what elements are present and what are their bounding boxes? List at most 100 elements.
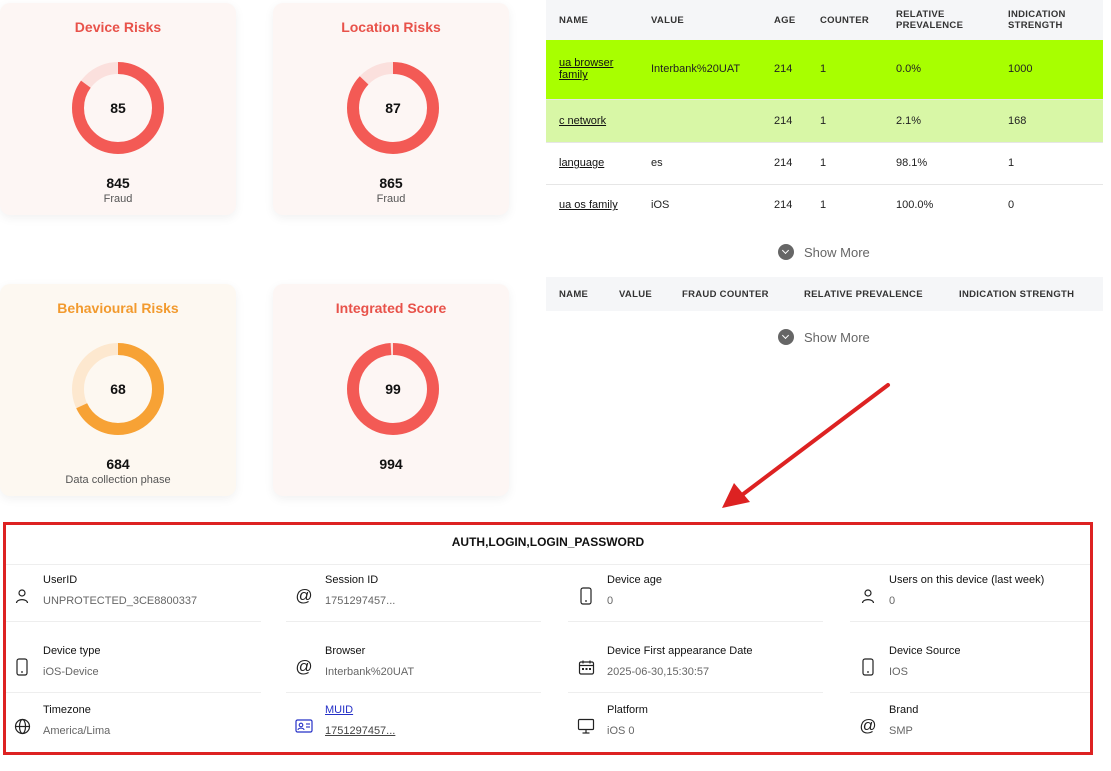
detail-value: 0: [889, 595, 896, 607]
donut-chart: 87: [343, 58, 443, 158]
cell-prevalence: 100.0%: [896, 199, 934, 212]
indicator-link[interactable]: language: [559, 157, 604, 169]
cell-strength: 1: [995, 142, 1103, 185]
cell-strength: 0: [1008, 199, 1015, 212]
detail-users-on-device: Users on this device (last week) 0: [854, 574, 1104, 624]
table-row: ua browser family Interbank%20UAT 214 1 …: [546, 40, 1103, 100]
cell-value: Interbank%20UAT: [638, 40, 761, 100]
table-row: c network 214 1 2.1% 168: [546, 99, 1103, 143]
indicator-link[interactable]: ua browser family: [559, 57, 613, 81]
risk-number: 684: [106, 456, 130, 472]
donut-score: 85: [110, 100, 126, 116]
muid-link[interactable]: MUID: [325, 704, 353, 716]
cell-age: 214: [774, 199, 793, 212]
behavioural-risks-card: Behavioural Risks 68 684 Data collection…: [0, 284, 236, 496]
cell-age: 214: [761, 40, 807, 100]
detail-label: Device age: [607, 574, 663, 586]
detail-first-appearance: Device First appearance Date 2025-06-30,…: [572, 645, 822, 695]
indicator-link[interactable]: ua os family: [559, 199, 618, 211]
fraud-indicators-table: NAME VALUE FRAUD COUNTER RELATIVE PREVAL…: [546, 277, 1103, 311]
detail-device-source: Device Source IOS: [854, 645, 1104, 695]
detail-label: Browser: [325, 645, 366, 657]
cell-value: es: [638, 142, 761, 185]
card-title: Location Risks: [341, 19, 441, 35]
phone-icon: [576, 586, 596, 606]
detail-value: 0: [607, 595, 614, 607]
id-card-icon: [294, 716, 314, 736]
cell-counter: 1: [820, 199, 827, 212]
cell-strength: 168: [995, 99, 1103, 143]
chevron-down-icon: [778, 329, 794, 345]
risk-indicators-table: NAME VALUE AGE COUNTER RELATIVE PREVALEN…: [546, 0, 1103, 226]
col-header-counter: COUNTER: [807, 0, 883, 40]
annotation-arrow: [722, 383, 890, 508]
user-icon: [858, 586, 878, 606]
col-header-name: NAME: [546, 277, 606, 311]
card-title: Device Risks: [74, 19, 162, 35]
cell-prevalence: 98.1%: [883, 142, 995, 185]
card-title: Behavioural Risks: [57, 300, 179, 316]
cell-counter: 1: [807, 142, 883, 185]
detail-value: iOS-Device: [43, 666, 99, 678]
cell-counter: 1: [807, 40, 883, 100]
detail-userid: UserID UNPROTECTED_3CE8800337: [8, 574, 258, 624]
detail-value: 1751297457...: [325, 595, 396, 607]
cell-prevalence: 0.0%: [883, 40, 995, 100]
muid-value-link[interactable]: 1751297457...: [325, 725, 395, 737]
phone-icon: [858, 657, 878, 677]
col-header-fraud-counter: FRAUD COUNTER: [669, 277, 791, 311]
cell-value: iOS: [651, 199, 670, 212]
donut-chart: 68: [68, 339, 168, 439]
col-header-strength: INDICATION STRENGTH: [995, 0, 1103, 40]
cell-counter: 1: [807, 99, 883, 143]
at-icon: @: [295, 586, 313, 605]
panel-title: AUTH,LOGIN,LOGIN_PASSWORD: [451, 535, 645, 549]
donut-chart: 85: [68, 58, 168, 158]
detail-device-type: Device type iOS-Device: [8, 645, 258, 695]
show-more-button[interactable]: Show More: [778, 244, 870, 260]
card-title: Integrated Score: [335, 300, 447, 316]
at-icon: @: [295, 657, 313, 676]
detail-value: SMP: [889, 725, 913, 737]
risk-number: 845: [106, 175, 130, 191]
donut-score: 99: [385, 381, 401, 397]
cell-strength: 1000: [995, 40, 1103, 100]
at-icon: @: [859, 716, 877, 735]
detail-brand: @ Brand SMP: [854, 704, 1104, 754]
detail-label: UserID: [43, 574, 78, 586]
donut-chart: 99: [343, 339, 443, 439]
detail-value: iOS 0: [607, 725, 635, 737]
globe-icon: [12, 716, 32, 736]
session-details-panel: AUTH,LOGIN,LOGIN_PASSWORD UserID UNPROTE…: [3, 522, 1093, 755]
table-row: language es 214 1 98.1% 1: [546, 142, 1103, 185]
col-header-age: AGE: [761, 0, 807, 40]
detail-platform: Platform iOS 0: [572, 704, 822, 754]
integrated-score-card: Integrated Score 99 994: [273, 284, 509, 496]
detail-label: Timezone: [43, 704, 91, 716]
col-header-prevalence: RELATIVE PREVALENCE: [791, 277, 946, 311]
detail-session-id: @ Session ID 1751297457...: [290, 574, 540, 624]
detail-label: Device Source: [889, 645, 961, 657]
col-header-strength: INDICATION STRENGTH: [946, 277, 1103, 311]
cell-age: 214: [761, 142, 807, 185]
detail-label: Users on this device (last week): [889, 574, 1045, 586]
detail-value: America/Lima: [43, 725, 111, 737]
location-risks-card: Location Risks 87 865 Fraud: [273, 3, 509, 215]
show-more-button[interactable]: Show More: [778, 329, 870, 345]
col-header-value: VALUE: [606, 277, 669, 311]
col-header-prevalence: RELATIVE PREVALENCE: [883, 0, 995, 40]
risk-subtitle: Fraud: [103, 193, 133, 205]
detail-label: Brand: [889, 704, 919, 716]
donut-score: 87: [385, 100, 401, 116]
col-header-name: NAME: [546, 0, 638, 40]
indicator-link[interactable]: c network: [559, 115, 606, 127]
table-row: ua os family iOS 214 1 100.0% 0: [546, 184, 1103, 226]
risk-number: 994: [379, 456, 403, 472]
show-more-label: Show More: [804, 244, 870, 260]
chevron-down-icon: [778, 244, 794, 260]
divider: [6, 564, 1090, 565]
cell-age: 214: [761, 99, 807, 143]
risk-subtitle: Fraud: [376, 193, 406, 205]
detail-timezone: Timezone America/Lima: [8, 704, 258, 754]
detail-label: Platform: [607, 704, 648, 716]
